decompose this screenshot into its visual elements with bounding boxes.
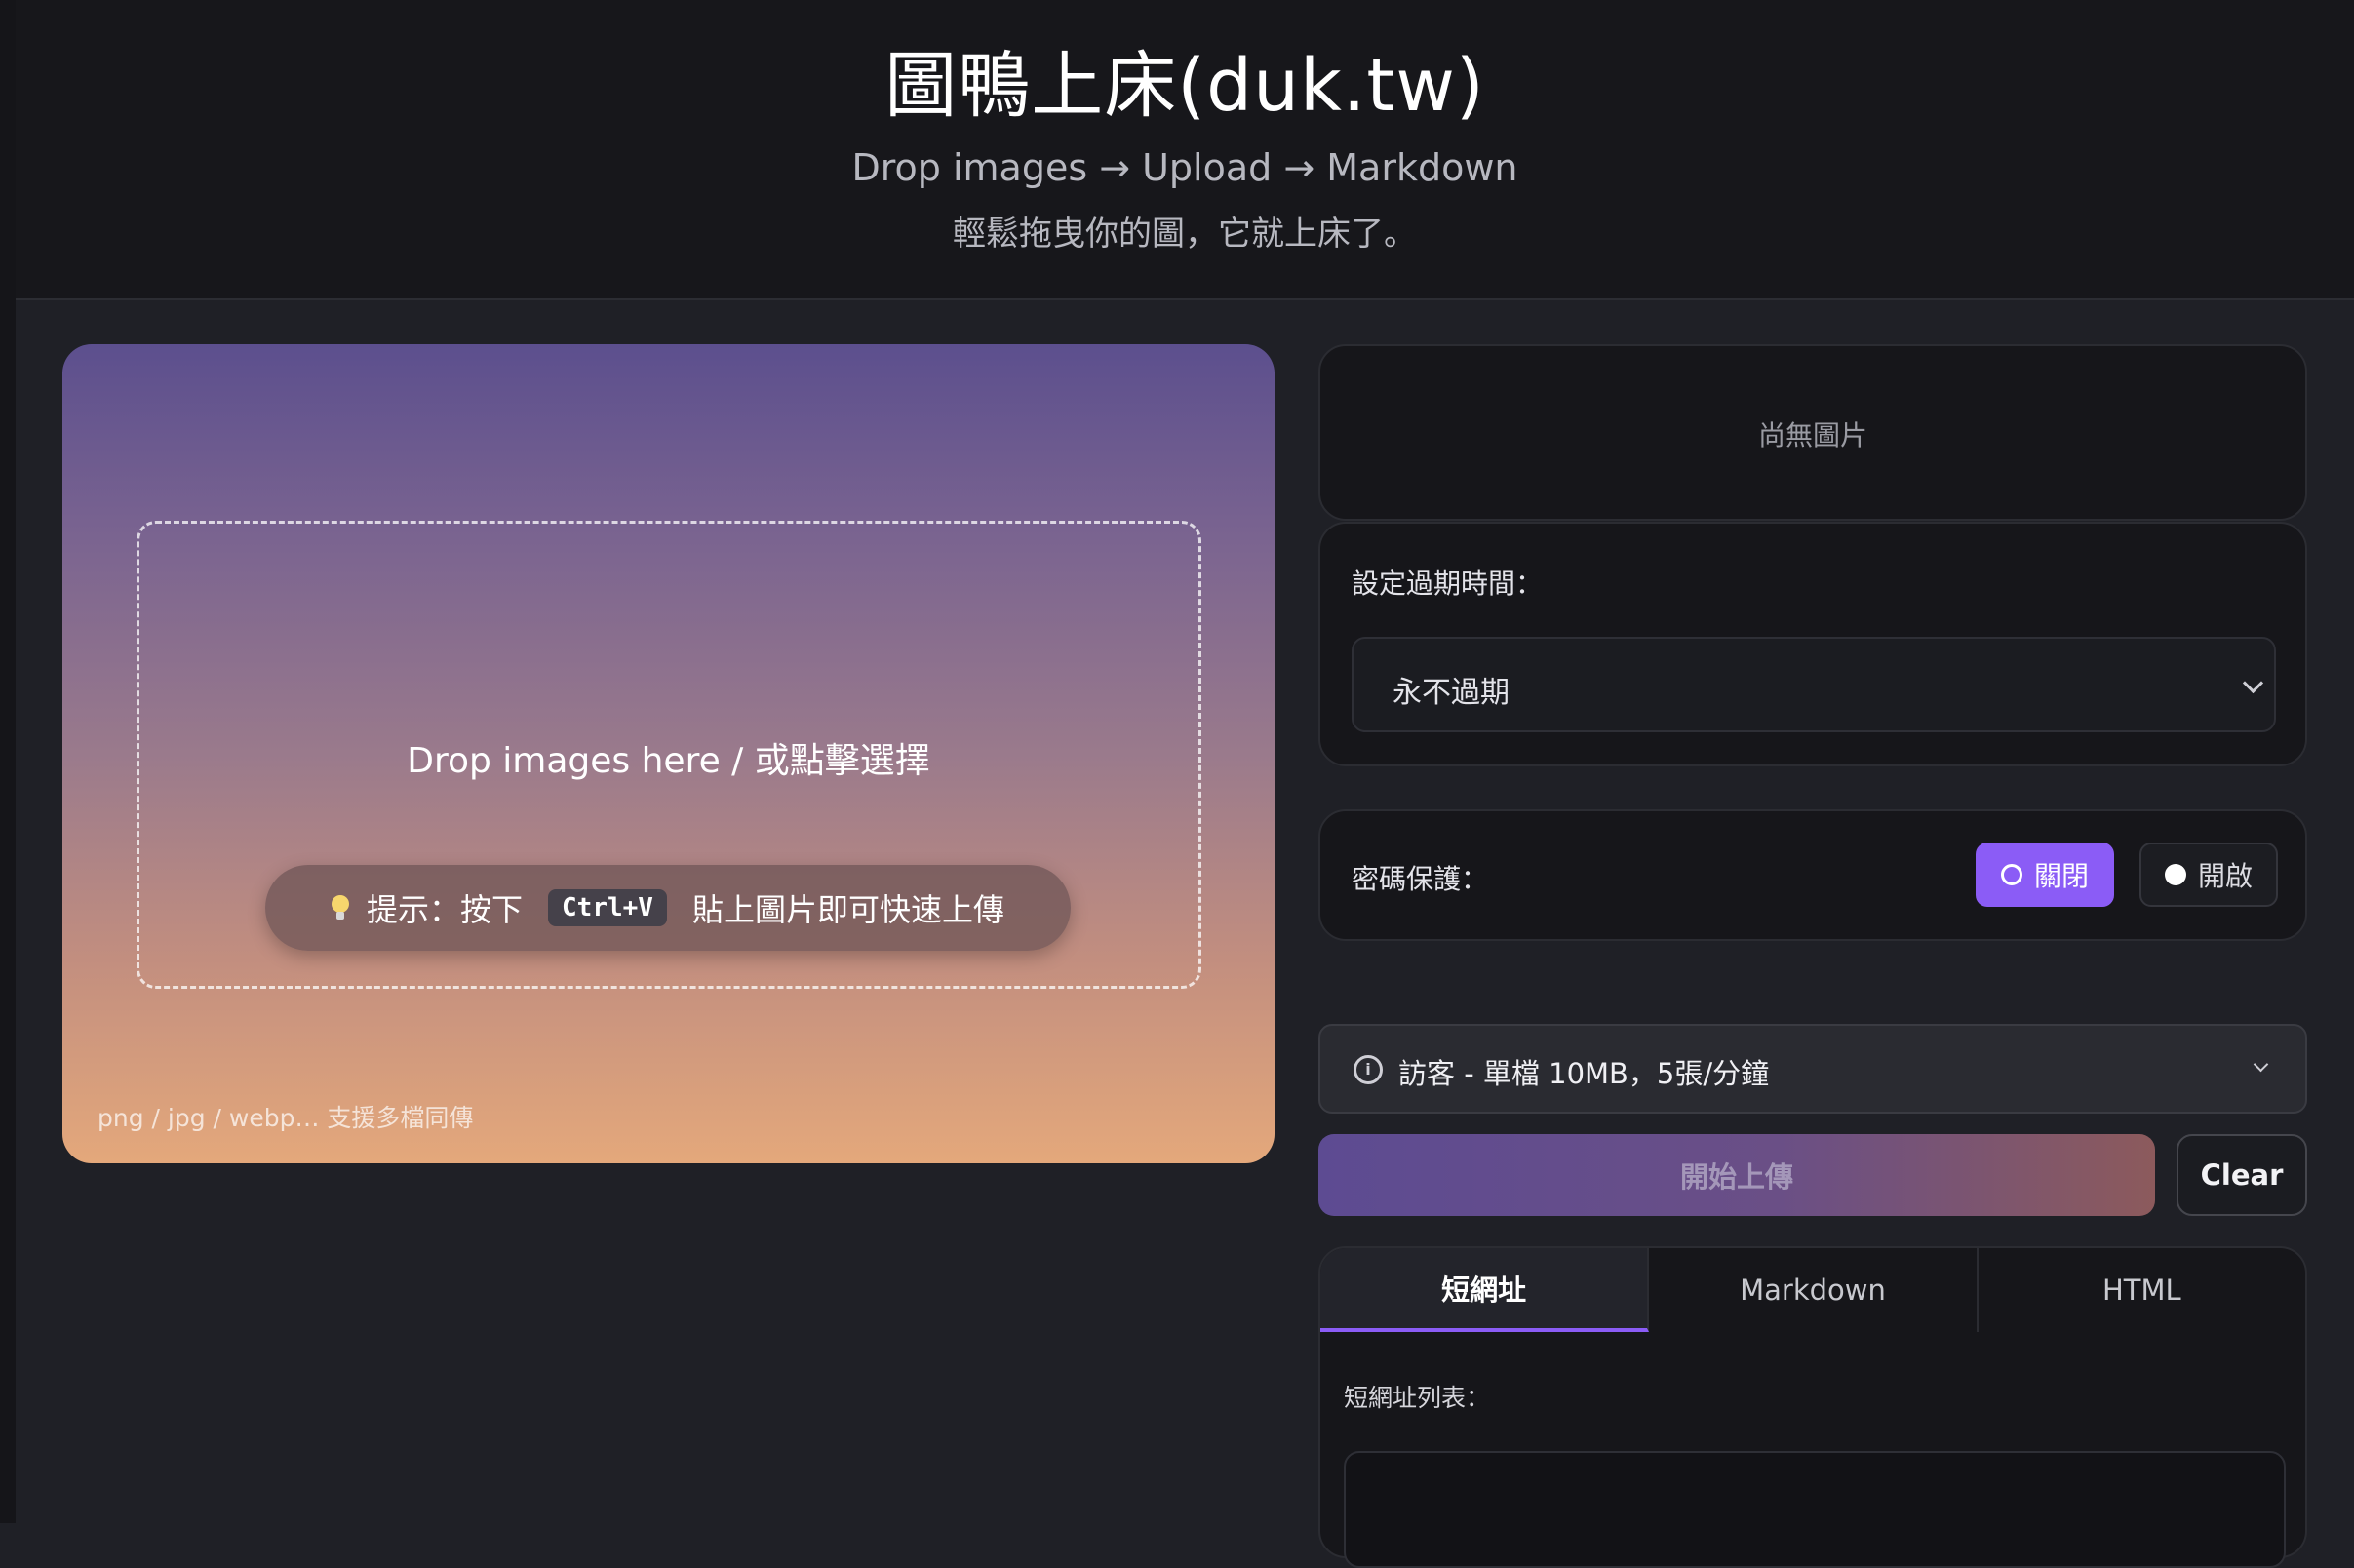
supported-formats: png / jpg / webp… 支援多檔同傳: [98, 1104, 474, 1132]
tab-short-url[interactable]: 短網址: [1320, 1248, 1650, 1332]
drop-zone-text: Drop images here / 或點擊選擇: [407, 741, 930, 781]
output-tabs: 短網址 Markdown HTML: [1320, 1248, 2305, 1332]
password-off-button[interactable]: 關閉: [1976, 843, 2114, 907]
quota-dropdown[interactable]: i 訪客 - 單檔 10MB，5張/分鐘: [1318, 1024, 2307, 1114]
tab-markdown[interactable]: Markdown: [1649, 1248, 1979, 1332]
drop-zone[interactable]: Drop images here / 或點擊選擇 提示：按下 Ctrl+V 貼上…: [62, 344, 1275, 1163]
expiry-settings: 設定過期時間： 永不過期: [1318, 522, 2307, 766]
page-tagline: 輕鬆拖曳你的圖，它就上床了。: [953, 215, 1417, 254]
password-on-button[interactable]: 開啟: [2139, 843, 2278, 907]
quota-text: 訪客 - 單檔 10MB，5張/分鐘: [1398, 1057, 1770, 1090]
page-header: 圖鴨上床(duk.tw) Drop images → Upload → Mark…: [16, 0, 2354, 300]
password-off-label: 關閉: [2033, 860, 2089, 892]
paste-hint: 提示：按下 Ctrl+V 貼上圖片即可快速上傳: [265, 865, 1071, 951]
hint-suffix: 貼上圖片即可快速上傳: [691, 891, 1004, 928]
hint-prefix: 提示：按下: [367, 891, 524, 928]
image-preview-panel: 尚無圖片: [1318, 344, 2307, 521]
expiry-select[interactable]: 永不過期: [1352, 637, 2276, 732]
radio-dot-icon: [2164, 864, 2186, 885]
password-settings: 密碼保護： 關閉 開啟: [1318, 809, 2307, 941]
output-panel: 短網址 Markdown HTML 短網址列表：: [1318, 1246, 2307, 1568]
short-url-list[interactable]: [1344, 1451, 2286, 1568]
left-edge: [0, 0, 16, 1523]
short-url-list-label: 短網址列表：: [1344, 1384, 1491, 1412]
start-upload-button[interactable]: 開始上傳: [1318, 1134, 2155, 1216]
chevron-down-icon: [2253, 1056, 2269, 1073]
clear-button[interactable]: Clear: [2177, 1134, 2307, 1216]
info-icon: i: [1354, 1055, 1383, 1084]
expiry-selected-value: 永不過期: [1393, 676, 1510, 710]
keyboard-shortcut: Ctrl+V: [548, 889, 667, 926]
lightbulb-icon: [332, 895, 350, 921]
expiry-label: 設定過期時間：: [1352, 568, 1544, 600]
chevron-down-icon: [2242, 672, 2264, 694]
password-label: 密碼保護：: [1352, 863, 1489, 895]
radio-icon: [2000, 864, 2022, 885]
page-title: 圖鴨上床(duk.tw): [884, 44, 1485, 128]
tab-html[interactable]: HTML: [1979, 1248, 2305, 1332]
password-on-label: 開啟: [2197, 860, 2253, 892]
no-images-text: 尚無圖片: [1757, 419, 1867, 451]
page-subtitle: Drop images → Upload → Markdown: [851, 146, 1518, 189]
